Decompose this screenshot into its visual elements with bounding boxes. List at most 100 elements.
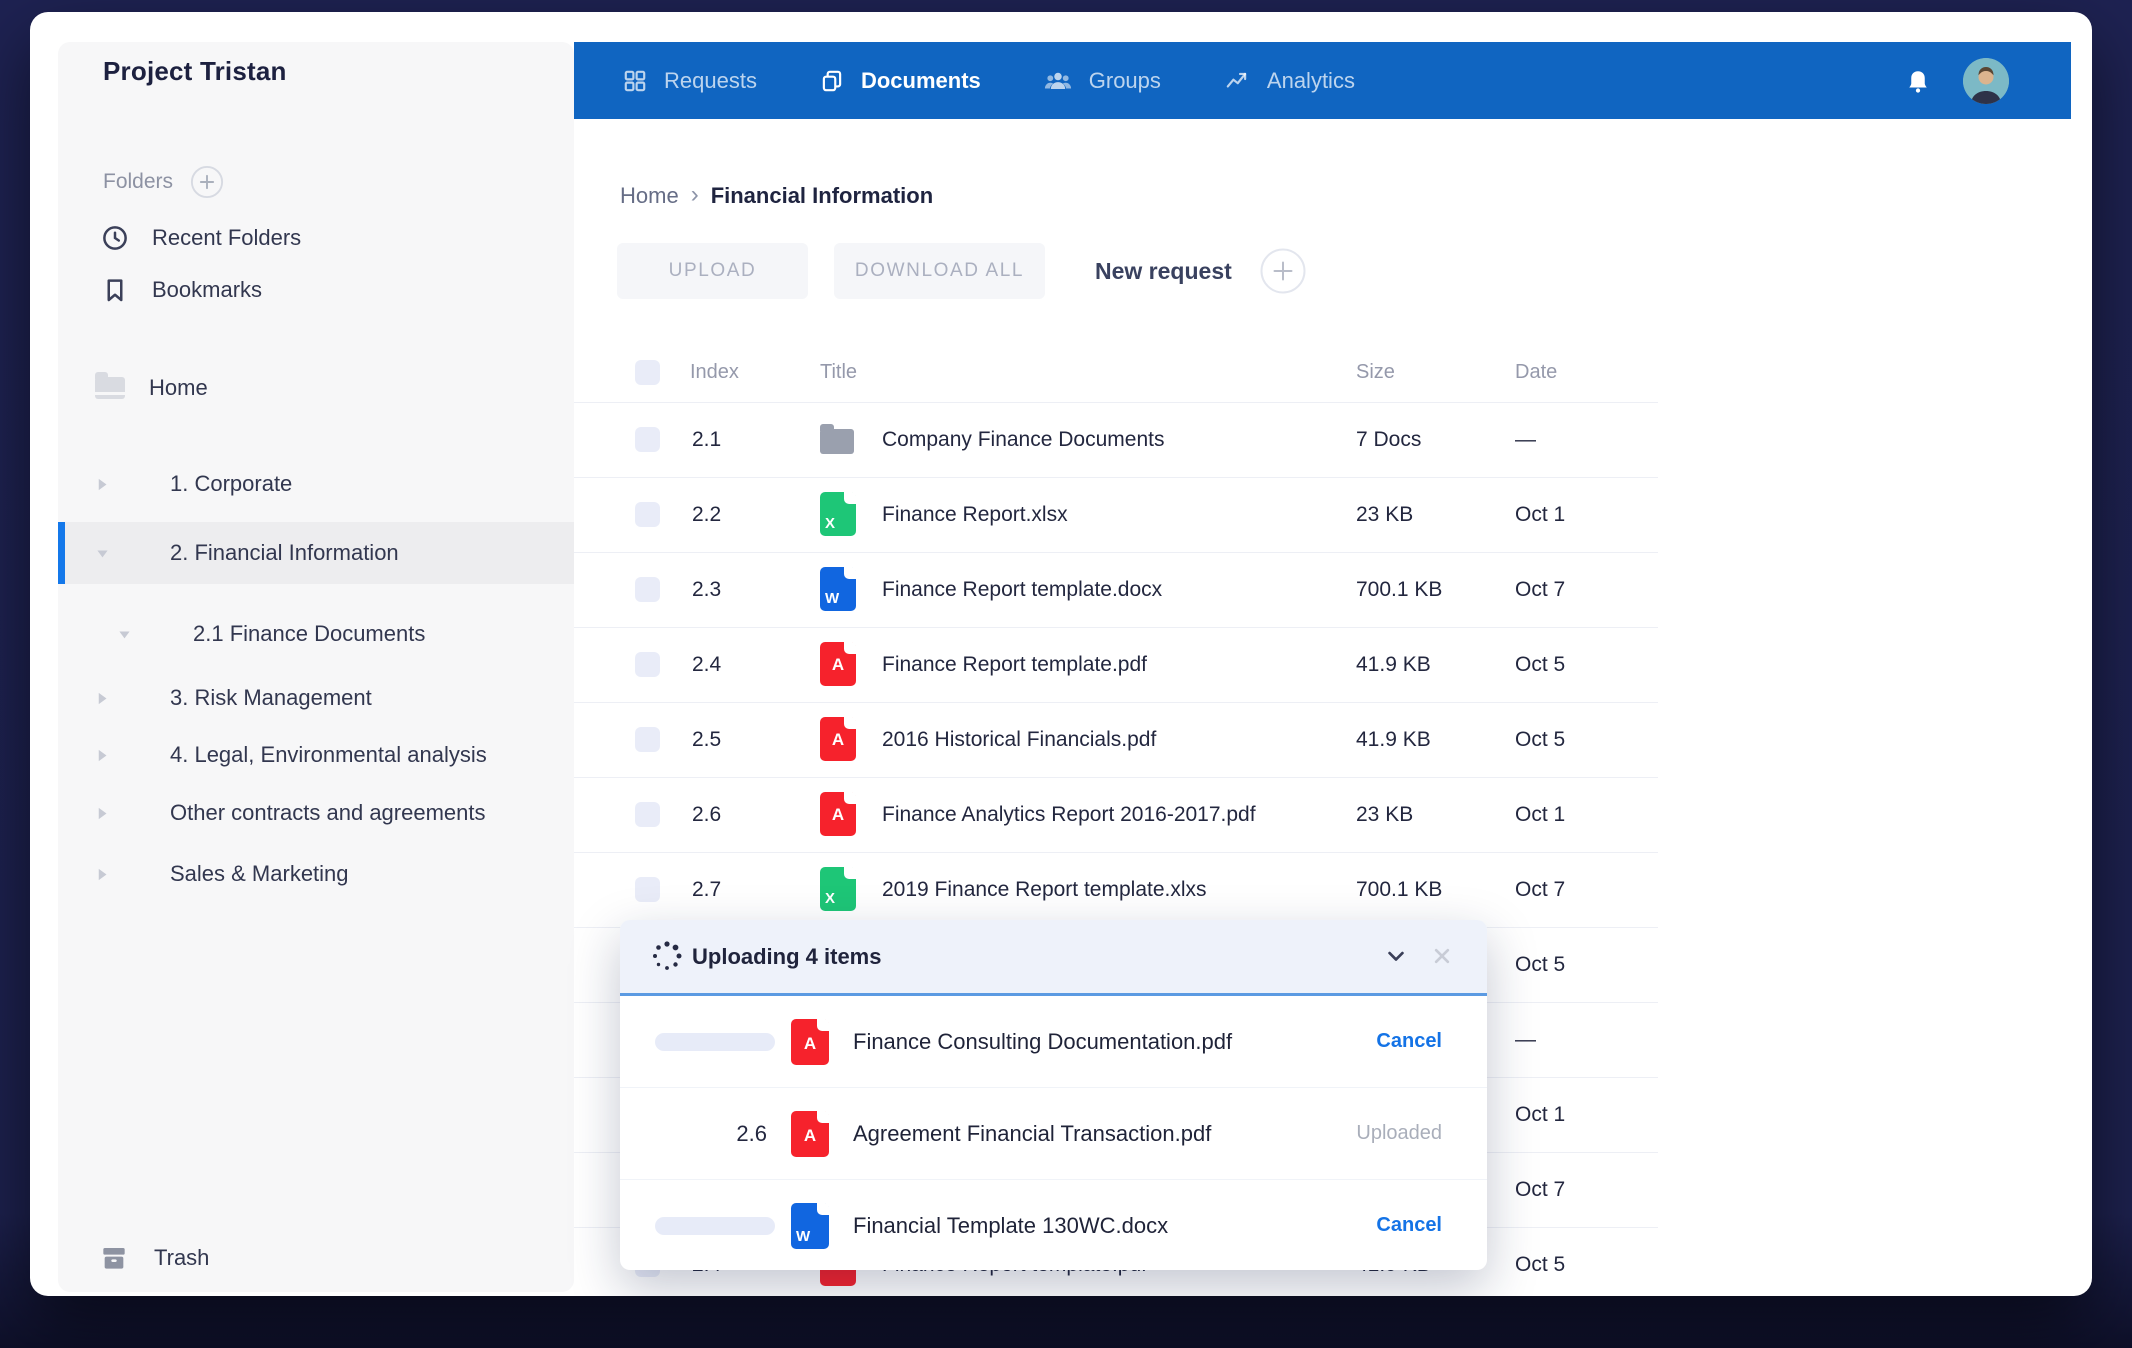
tab-analytics[interactable]: Analytics <box>1223 68 1355 94</box>
tab-documents[interactable]: Documents <box>819 68 981 94</box>
sidebar-item-4-legal-environmental-analysis[interactable]: 4. Legal, Environmental analysis <box>58 727 574 783</box>
upload-item: 2.6AAgreement Financial Transaction.pdfU… <box>620 1088 1487 1180</box>
chevron-right-icon[interactable] <box>96 806 109 821</box>
sidebar: Project Tristan Folders Recent Folders B… <box>58 42 574 1292</box>
chevron-right-icon[interactable] <box>96 477 109 492</box>
uploaded-status: Uploaded <box>1356 1122 1442 1145</box>
folder-open-icon <box>95 377 125 399</box>
cancel-upload-button[interactable]: Cancel <box>1376 1214 1442 1237</box>
upload-button[interactable]: UPLOAD <box>617 243 808 299</box>
chevron-down-icon[interactable] <box>118 628 131 641</box>
pdf-file-icon: A <box>820 717 856 761</box>
tab-label: Documents <box>861 68 981 94</box>
upload-item-name: Agreement Financial Transaction.pdf <box>853 1121 1356 1147</box>
new-request-button[interactable]: New request <box>1095 243 1306 299</box>
chevron-down-icon[interactable] <box>1382 942 1410 970</box>
sidebar-item-label: 1. Corporate <box>170 471 292 497</box>
table-row[interactable]: 2.7X2019 Finance Report template.xlxs700… <box>574 852 1658 928</box>
download-all-button[interactable]: DOWNLOAD ALL <box>834 243 1045 299</box>
chevron-right-icon[interactable] <box>96 867 109 882</box>
folders-label: Folders <box>103 170 173 194</box>
tab-label: Analytics <box>1267 68 1355 94</box>
sidebar-item-label: Other contracts and agreements <box>170 800 486 826</box>
sidebar-item-label: 3. Risk Management <box>170 685 372 711</box>
row-checkbox[interactable] <box>635 502 660 527</box>
navbar-right <box>1903 58 2071 104</box>
sidebar-item-label: 2.1 Finance Documents <box>193 621 425 647</box>
cell-title: 2019 Finance Report template.xlxs <box>882 878 1207 902</box>
cell-size: 700.1 KB <box>1356 578 1442 602</box>
row-checkbox[interactable] <box>635 652 660 677</box>
table-row[interactable]: 2.3WFinance Report template.docx700.1 KB… <box>574 552 1658 628</box>
breadcrumb-home-link[interactable]: Home <box>620 183 679 209</box>
upload-items-list: AFinance Consulting Documentation.pdfCan… <box>620 996 1487 1270</box>
cell-date: — <box>1515 1028 1536 1052</box>
grid-icon <box>622 68 648 94</box>
row-checkbox[interactable] <box>635 427 660 452</box>
table-header: Index Title Size Date <box>574 344 1658 403</box>
sidebar-item-label: Trash <box>154 1245 209 1271</box>
cancel-upload-button[interactable]: Cancel <box>1376 1030 1442 1053</box>
sidebar-item-label: Bookmarks <box>152 277 262 303</box>
sidebar-item-1-corporate[interactable]: 1. Corporate <box>58 456 574 512</box>
table-row[interactable]: 2.1Company Finance Documents7 Docs— <box>574 402 1658 478</box>
cell-index: 2.4 <box>692 653 721 677</box>
cell-date: Oct 7 <box>1515 1178 1565 1202</box>
table-row[interactable]: 2.2XFinance Report.xlsx23 KBOct 1 <box>574 477 1658 553</box>
cell-index: 2.7 <box>692 878 721 902</box>
row-checkbox[interactable] <box>635 802 660 827</box>
row-checkbox[interactable] <box>635 877 660 902</box>
upload-item: AFinance Consulting Documentation.pdfCan… <box>620 996 1487 1088</box>
sidebar-item-bookmarks[interactable]: Bookmarks <box>100 270 262 310</box>
row-checkbox[interactable] <box>635 727 660 752</box>
screen: { "app": { "project_title": "Project Tri… <box>0 0 2132 1348</box>
breadcrumb: Home › Financial Information <box>620 182 933 210</box>
sidebar-item-other-contracts-and-agreements[interactable]: Other contracts and agreements <box>58 785 574 841</box>
table-row[interactable]: 2.4AFinance Report template.pdf41.9 KBOc… <box>574 627 1658 703</box>
sidebar-item-sales-marketing[interactable]: Sales & Marketing <box>58 846 574 902</box>
upload-modal-header: Uploading 4 items <box>620 920 1487 996</box>
project-title: Project Tristan <box>103 56 287 87</box>
breadcrumb-current: Financial Information <box>711 183 933 209</box>
tab-groups[interactable]: Groups <box>1043 68 1161 94</box>
upload-item-index: 2.6 <box>736 1121 767 1147</box>
column-header-size: Size <box>1356 361 1395 384</box>
cell-index: 2.5 <box>692 728 721 752</box>
cell-size: 7 Docs <box>1356 428 1421 452</box>
cell-date: Oct 5 <box>1515 1253 1565 1277</box>
chevron-right-icon[interactable] <box>96 691 109 706</box>
pdf-file-icon: A <box>791 1019 829 1065</box>
plus-circle-icon <box>190 165 224 199</box>
cell-index: 2.2 <box>692 503 721 527</box>
chevron-right-icon[interactable] <box>96 748 109 763</box>
sidebar-item-2-financial-information[interactable]: 2. Financial Information <box>58 522 574 584</box>
cell-date: — <box>1515 428 1536 452</box>
column-header-title: Title <box>820 361 857 384</box>
cell-size: 23 KB <box>1356 803 1413 827</box>
documents-icon <box>819 68 845 94</box>
sidebar-item-trash[interactable]: Trash <box>98 1238 209 1278</box>
add-folder-button[interactable] <box>190 165 224 199</box>
select-all-checkbox[interactable] <box>635 360 660 385</box>
upload-item: WFinancial Template 130WC.docxCancel <box>620 1180 1487 1270</box>
cell-index: 2.6 <box>692 803 721 827</box>
spinner-icon <box>650 939 684 978</box>
trash-archive-icon <box>98 1242 130 1274</box>
table-row[interactable]: 2.6AFinance Analytics Report 2016-2017.p… <box>574 777 1658 853</box>
user-avatar[interactable] <box>1963 58 2009 104</box>
table-row[interactable]: 2.5A2016 Historical Financials.pdf41.9 K… <box>574 702 1658 778</box>
sidebar-item-2-1-finance-documents[interactable]: 2.1 Finance Documents <box>58 606 574 662</box>
new-request-label: New request <box>1095 258 1232 285</box>
progress-bar <box>655 1033 775 1051</box>
tab-requests[interactable]: Requests <box>622 68 757 94</box>
sidebar-item-recent-folders[interactable]: Recent Folders <box>100 218 301 258</box>
sidebar-item-home[interactable]: Home <box>95 368 208 408</box>
notifications-bell-icon[interactable] <box>1903 66 1933 96</box>
sidebar-item-label: Recent Folders <box>152 225 301 251</box>
close-icon[interactable] <box>1428 942 1456 970</box>
clock-icon <box>100 223 130 253</box>
breadcrumb-separator: › <box>691 181 699 209</box>
row-checkbox[interactable] <box>635 577 660 602</box>
chevron-down-icon[interactable] <box>96 547 109 560</box>
sidebar-item-3-risk-management[interactable]: 3. Risk Management <box>58 670 574 726</box>
